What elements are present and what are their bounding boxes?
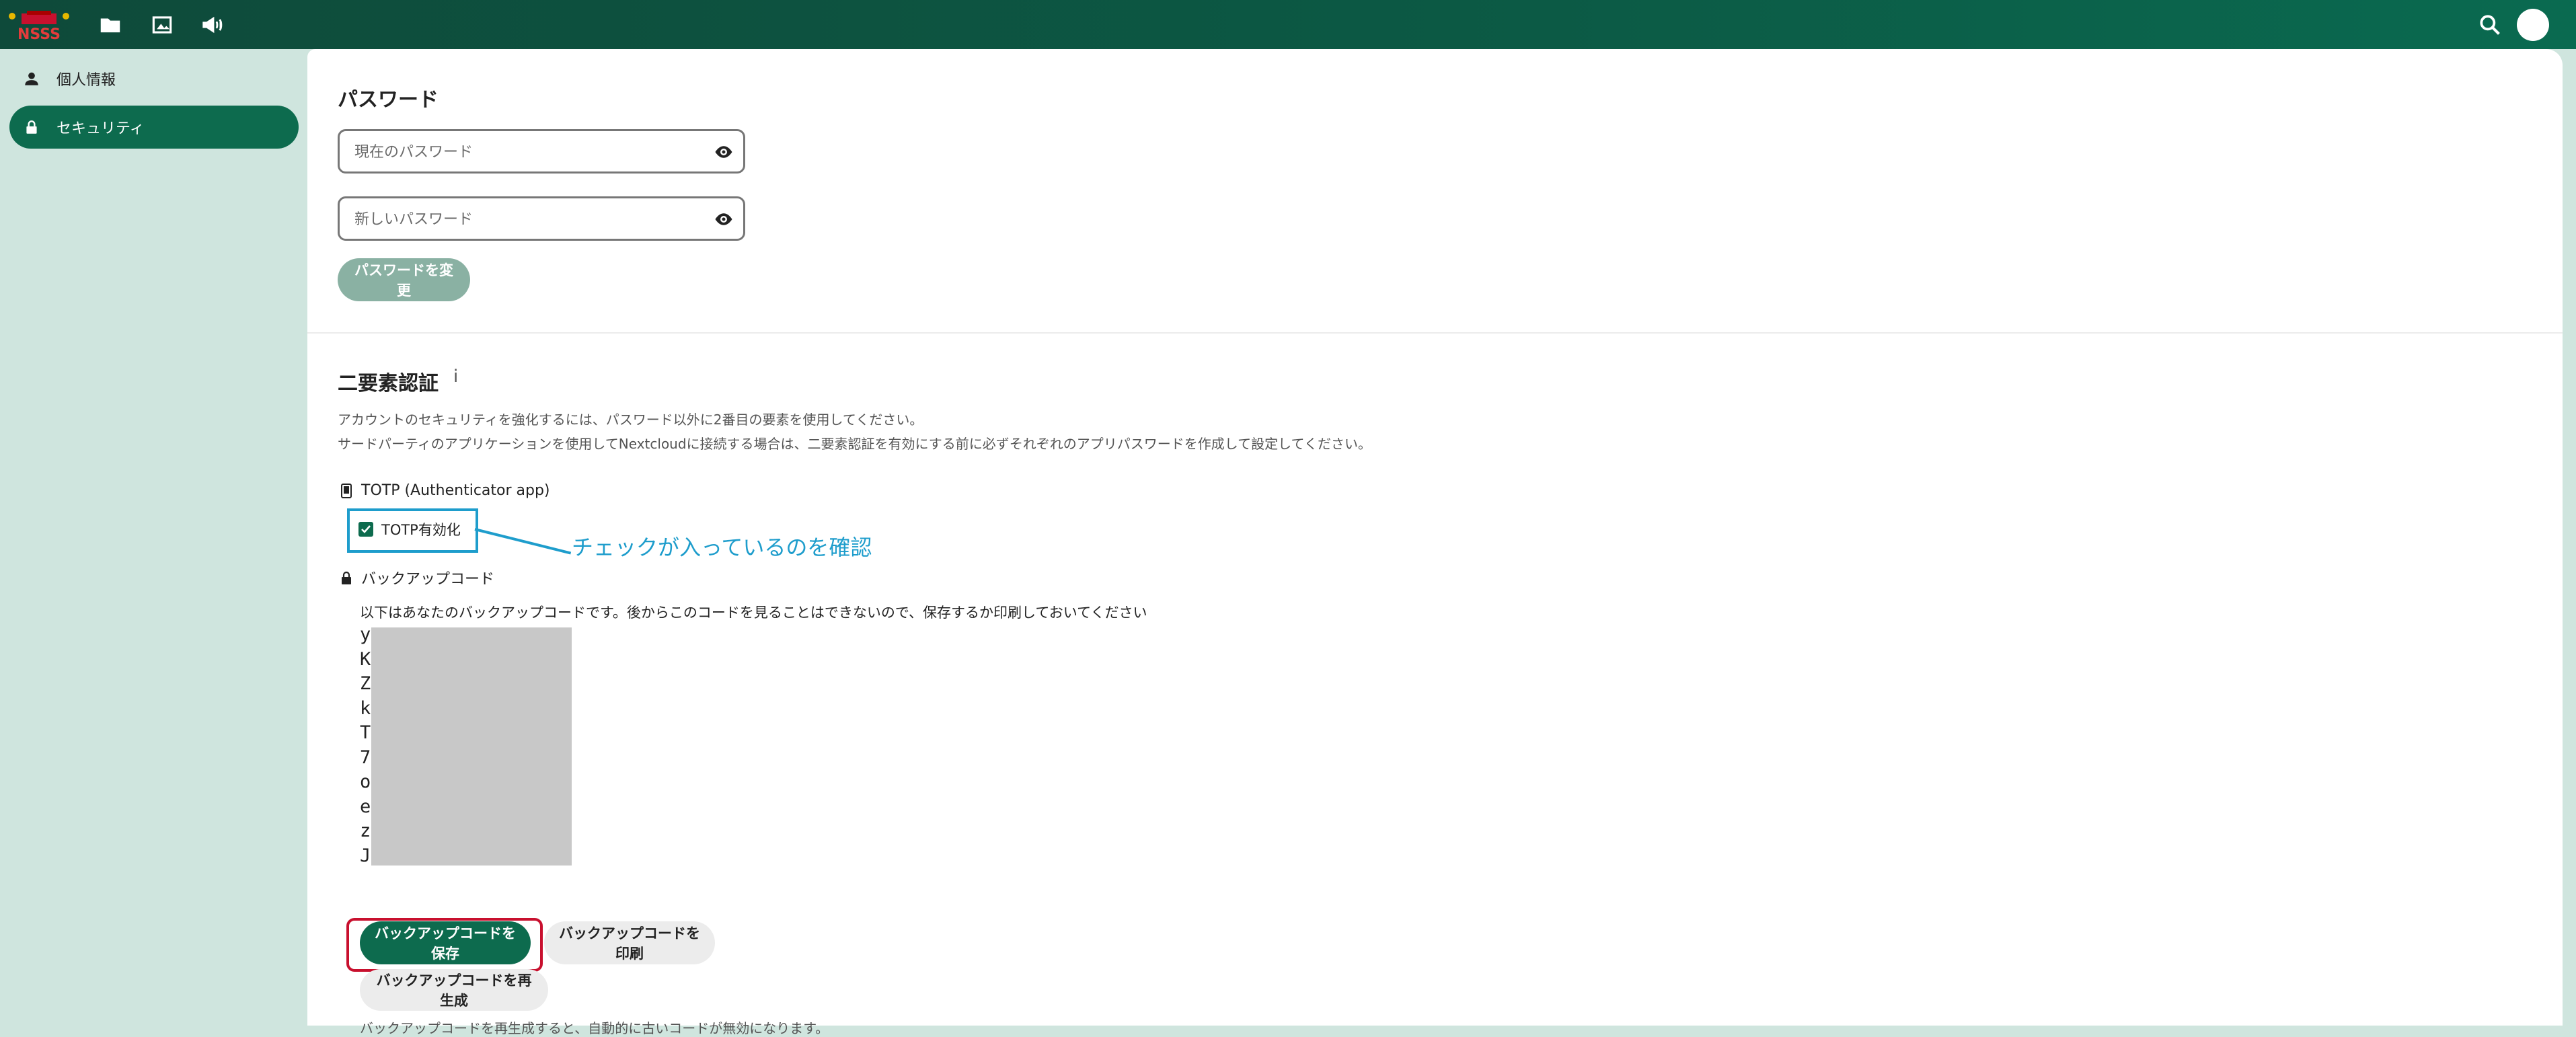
backup-code-line: K: [360, 648, 371, 670]
backup-codes-row: バックアップコード: [340, 567, 494, 588]
redaction-mask: [371, 627, 572, 866]
password-section-title: パスワード: [338, 88, 439, 112]
settings-main-panel: パスワード パスワードを変更 二要素認証 i アカウントのセキュリティを強化する…: [307, 49, 2563, 1036]
backup-code-line: o: [360, 771, 371, 792]
top-header: NSSS: [0, 0, 2576, 49]
backup-code-line: y: [360, 624, 371, 645]
backup-codes-intro: 以下はあなたのバックアップコードです。後からこのコードを見ることはできないので、…: [360, 605, 1147, 621]
person-icon: [23, 70, 40, 87]
change-password-button[interactable]: パスワードを変更: [338, 258, 470, 301]
phone-icon: [340, 483, 353, 498]
current-password-field[interactable]: [338, 129, 745, 174]
backup-code-line: z: [360, 820, 371, 841]
files-icon[interactable]: [98, 12, 123, 38]
backup-codes-label: バックアップコード: [361, 571, 495, 588]
lock-icon: [340, 570, 353, 585]
logo-text: NSSS: [17, 26, 61, 43]
annotation-highlight-checkbox: [347, 508, 478, 553]
backup-code-line: T: [360, 722, 371, 743]
regenerate-note: バックアップコードを再生成すると、自動的に古いコードが無効になります。: [360, 1020, 829, 1036]
settings-sidebar: 個人情報 セキュリティ: [0, 49, 307, 1026]
totp-label: TOTP (Authenticator app): [361, 482, 550, 499]
new-password-field[interactable]: [338, 196, 745, 241]
twofa-section-title: 二要素認証: [338, 372, 439, 395]
sidebar-item-personal-info[interactable]: 個人情報: [9, 57, 299, 100]
new-password-input[interactable]: [353, 208, 706, 231]
info-icon[interactable]: i: [453, 367, 458, 387]
show-password-icon[interactable]: [714, 142, 734, 162]
user-avatar[interactable]: [2517, 9, 2549, 41]
annotation-pointer-line: [474, 528, 572, 555]
sidebar-item-security[interactable]: セキュリティ: [9, 106, 299, 149]
twofa-description-2: サードパーティのアプリケーションを使用してNextcloudに接続する場合は、二…: [338, 436, 1371, 452]
backup-code-line: Z: [360, 673, 371, 694]
backup-code-list: y K Z k T 7 o e z J: [360, 623, 371, 868]
sidebar-item-label: 個人情報: [56, 72, 116, 89]
annotation-highlight-save: [346, 918, 543, 972]
lock-icon: [23, 118, 40, 136]
app-logo[interactable]: NSSS: [7, 5, 71, 43]
print-backup-codes-button[interactable]: バックアップコードを印刷: [544, 921, 715, 964]
show-password-icon[interactable]: [714, 209, 734, 229]
twofa-description-1: アカウントのセキュリティを強化するには、パスワード以外に2番目の要素を使用してく…: [338, 412, 923, 428]
totp-row: TOTP (Authenticator app): [340, 482, 550, 499]
current-password-input[interactable]: [353, 141, 706, 163]
annotation-text: チェックが入っているのを確認: [572, 535, 872, 560]
sidebar-item-label: セキュリティ: [56, 120, 145, 137]
search-icon[interactable]: [2477, 12, 2503, 38]
photos-icon[interactable]: [149, 12, 175, 38]
backup-code-line: J: [360, 845, 371, 866]
regenerate-backup-codes-button[interactable]: バックアップコードを再生成: [360, 969, 548, 1011]
section-divider: [307, 332, 2563, 334]
backup-code-line: e: [360, 796, 371, 817]
backup-code-line: k: [360, 697, 371, 719]
announcements-icon[interactable]: [200, 12, 226, 38]
backup-code-line: 7: [360, 746, 371, 768]
